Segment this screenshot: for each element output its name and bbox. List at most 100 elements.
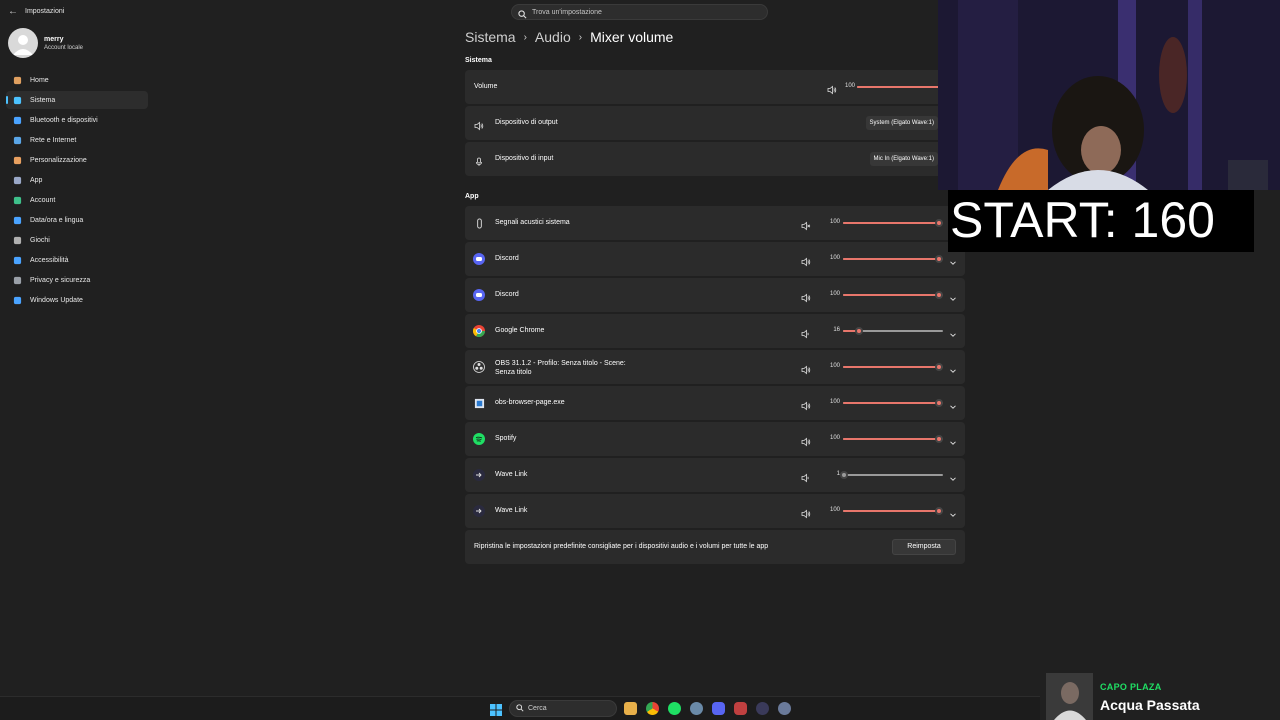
chevron-down-icon[interactable]: [949, 254, 959, 265]
app-volume-value: 100: [829, 219, 840, 225]
sidebar-item-update[interactable]: Windows Update: [6, 291, 148, 309]
sidebar-item-account[interactable]: Account: [6, 191, 148, 209]
album-art: [1046, 673, 1093, 720]
chrome-icon[interactable]: [646, 702, 659, 715]
app-name: Spotify: [495, 435, 517, 442]
discord-icon[interactable]: [712, 702, 725, 715]
slider-thumb[interactable]: [935, 435, 943, 443]
sidebar-item-label: Personalizzazione: [30, 157, 87, 164]
chevron-down-icon[interactable]: [949, 506, 959, 517]
volume-label: Volume: [474, 83, 498, 90]
slider-fill: [843, 438, 943, 440]
windows-start-icon[interactable]: [490, 703, 502, 716]
section-title-app: App: [465, 193, 479, 200]
wifi-icon: [12, 135, 22, 145]
app-volume-value: 16: [833, 327, 840, 333]
input-device-row[interactable]: Dispositivo di input Mic In (Elgato Wave…: [465, 142, 965, 176]
settings-gear-icon[interactable]: [778, 702, 791, 715]
taskbar-search[interactable]: Cerca: [509, 700, 617, 717]
speaker-muted-icon[interactable]: [801, 218, 811, 231]
shield-icon: [12, 275, 22, 285]
search-input[interactable]: Trova un'impostazione: [532, 9, 602, 16]
sidebar-item-accessibility[interactable]: Accessibilità: [6, 251, 148, 269]
app-icon[interactable]: [734, 702, 747, 715]
slider-fill: [843, 258, 943, 260]
speaker-icon[interactable]: [801, 398, 811, 411]
slider-thumb[interactable]: [855, 327, 863, 335]
app-volume-value: 100: [829, 399, 840, 405]
wavelink-icon[interactable]: [756, 702, 769, 715]
slider-thumb[interactable]: [935, 255, 943, 263]
sidebar-item-brush[interactable]: Personalizzazione: [6, 151, 148, 169]
chevron-down-icon[interactable]: [949, 434, 959, 445]
chevron-down-icon[interactable]: [949, 398, 959, 409]
speaker-icon[interactable]: [801, 290, 811, 303]
output-device-dropdown[interactable]: System (Elgato Wave:1): [865, 116, 938, 130]
system-volume-row: Volume 100: [465, 70, 965, 104]
slider-thumb[interactable]: [935, 363, 943, 371]
sidebar-item-gamepad[interactable]: Giochi: [6, 231, 148, 249]
settings-search-box[interactable]: Trova un'impostazione: [511, 4, 768, 20]
input-device-dropdown[interactable]: Mic In (Elgato Wave:1): [869, 152, 938, 166]
title-bar: ← Impostazioni: [0, 0, 460, 24]
home-icon: [12, 75, 22, 85]
app-volume-slider[interactable]: [843, 399, 943, 407]
slider-fill: [843, 222, 943, 224]
slider-thumb[interactable]: [935, 291, 943, 299]
app-volume-slider[interactable]: [843, 327, 943, 335]
system-volume-slider[interactable]: [857, 86, 939, 88]
breadcrumb-sistema[interactable]: Sistema: [465, 29, 516, 45]
app-name: Discord: [495, 291, 519, 298]
sidebar-item-label: Account: [30, 197, 56, 204]
sidebar-item-shield[interactable]: Privacy e sicurezza: [6, 271, 148, 289]
app-volume-slider[interactable]: [843, 255, 943, 263]
chevron-down-icon[interactable]: [949, 290, 959, 301]
speaker-icon[interactable]: [801, 362, 811, 375]
chevron-down-icon[interactable]: [949, 326, 959, 337]
bluetooth-icon: [12, 115, 22, 125]
webcam-overlay: [938, 0, 1280, 190]
spotify-icon[interactable]: [668, 702, 681, 715]
reset-button[interactable]: Reimposta: [892, 539, 956, 555]
taskbar-search-input[interactable]: Cerca: [528, 705, 547, 712]
file-explorer-icon[interactable]: [624, 702, 637, 715]
speaker-low-icon[interactable]: [801, 470, 811, 483]
sidebar-item-home[interactable]: Home: [6, 71, 148, 89]
output-device-row[interactable]: Dispositivo di output System (Elgato Wav…: [465, 106, 965, 140]
slider-thumb[interactable]: [840, 471, 848, 479]
slider-thumb[interactable]: [935, 399, 943, 407]
app-name: Google Chrome: [495, 327, 545, 334]
sidebar-item-wifi[interactable]: Rete e Internet: [6, 131, 148, 149]
app-volume-slider[interactable]: [843, 219, 943, 227]
speaker-icon[interactable]: [801, 506, 811, 519]
sidebar-item-globe[interactable]: Data/ora e lingua: [6, 211, 148, 229]
slider-thumb[interactable]: [935, 507, 943, 515]
avatar[interactable]: [8, 28, 38, 58]
wavelink-icon: [473, 469, 485, 481]
speaker-low-icon[interactable]: [801, 326, 811, 339]
speaker-icon[interactable]: [801, 434, 811, 447]
sidebar-item-system[interactable]: Sistema: [6, 91, 148, 109]
app-volume-row: Wave Link 1: [465, 458, 965, 492]
slider-thumb[interactable]: [935, 219, 943, 227]
app-volume-slider[interactable]: [843, 291, 943, 299]
app-volume-slider[interactable]: [843, 363, 943, 371]
sidebar-item-apps[interactable]: App: [6, 171, 148, 189]
breadcrumb-audio[interactable]: Audio: [535, 29, 571, 45]
back-arrow-icon[interactable]: ←: [8, 6, 18, 17]
sidebar-item-label: Privacy e sicurezza: [30, 277, 91, 284]
speaker-icon[interactable]: [827, 82, 837, 95]
app-name: obs-browser-page.exe: [495, 399, 565, 406]
sidebar-item-bluetooth[interactable]: Bluetooth e dispositivi: [6, 111, 148, 129]
sidebar-item-label: Windows Update: [30, 297, 83, 304]
app-volume-slider[interactable]: [840, 471, 943, 479]
app-volume-slider[interactable]: [843, 507, 943, 515]
app-volume-slider[interactable]: [843, 435, 943, 443]
chevron-down-icon[interactable]: [949, 362, 959, 373]
window-title: Impostazioni: [25, 8, 65, 15]
slider-fill: [843, 294, 943, 296]
wave-app-icon[interactable]: [690, 702, 703, 715]
speaker-icon[interactable]: [801, 254, 811, 267]
chevron-down-icon[interactable]: [949, 470, 959, 481]
app-volume-value: 100: [829, 255, 840, 261]
